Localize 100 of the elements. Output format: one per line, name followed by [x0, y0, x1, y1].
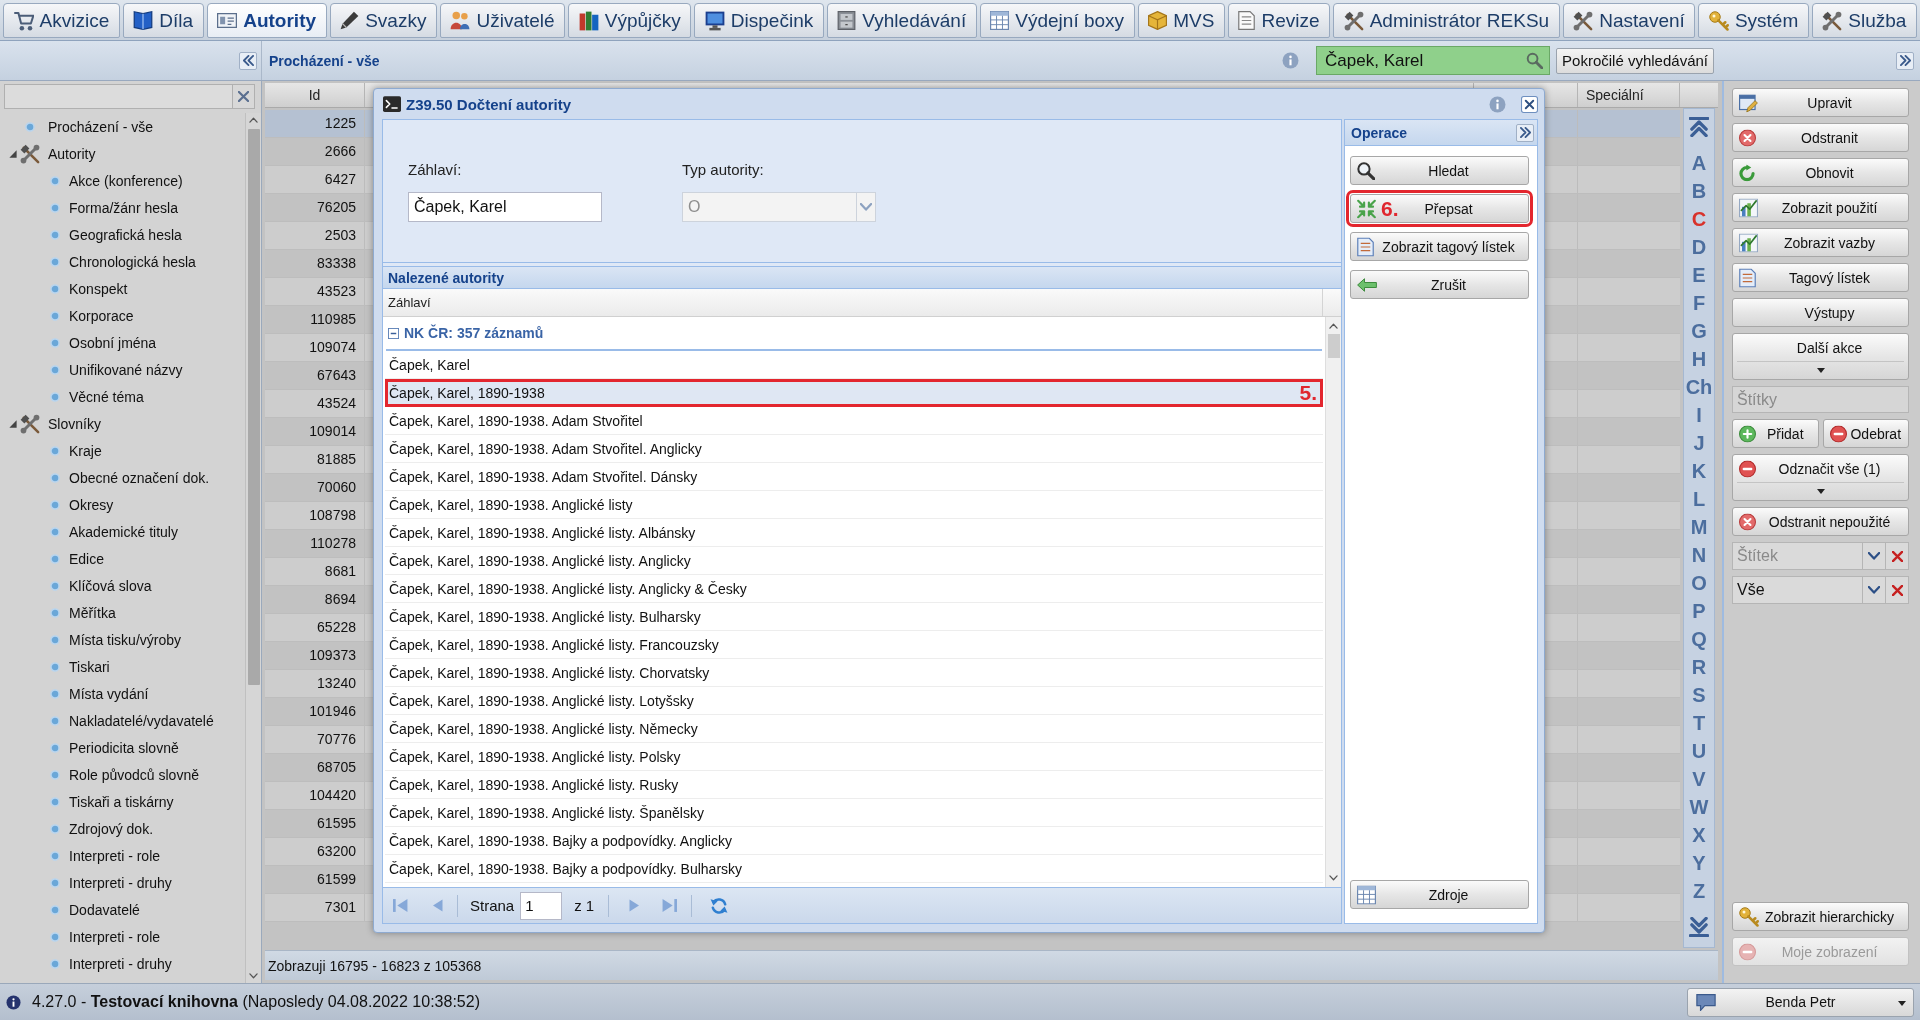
action-button[interactable]: Obnovit — [1732, 158, 1909, 187]
nav-tab[interactable]: Výpůjčky — [568, 3, 692, 38]
scroll-thumb[interactable] — [1327, 334, 1340, 358]
operation-button[interactable]: Zobrazit tagový lístek — [1350, 232, 1529, 261]
user-menu-button[interactable]: Benda Petr — [1687, 987, 1914, 1017]
tree-item[interactable]: Zdrojový dok. — [0, 815, 245, 842]
nav-tab[interactable]: Nastavení — [1562, 3, 1696, 38]
result-row[interactable]: Čapek, Karel, 1890-1938. Anglické listy. Polsky — [385, 743, 1323, 771]
scrollbar[interactable] — [1325, 317, 1341, 887]
result-row[interactable]: Čapek, Karel, 1890-1938. Anglické listy. Albánsky — [385, 519, 1323, 547]
tree-item[interactable]: Osobní jména — [0, 329, 245, 356]
tree-item[interactable]: Role původců slovně — [0, 761, 245, 788]
filter-field[interactable] — [4, 84, 233, 109]
tree-item[interactable]: Interpreti - role — [0, 923, 245, 950]
nav-tab[interactable]: Služba — [1811, 3, 1917, 38]
search-field[interactable]: Čapek, Karel — [1316, 46, 1551, 75]
previous-page-button[interactable] — [433, 899, 443, 912]
tree-item[interactable]: Edice — [0, 545, 245, 572]
nav-tab[interactable]: Svazky — [329, 3, 437, 38]
tree-item[interactable]: Nakladatelé/vydavatelé — [0, 707, 245, 734]
dropdown-button[interactable] — [1863, 576, 1886, 604]
result-row[interactable]: Čapek, Karel, 1890-1938. Anglické listy. Francouzsky — [385, 631, 1323, 659]
tag-button[interactable]: Přidat — [1732, 419, 1819, 448]
tree-item[interactable]: Věcné téma — [0, 383, 245, 410]
tree-item[interactable]: Periodicita slovně — [0, 734, 245, 761]
result-row[interactable]: Čapek, Karel, 1890-1938. Anglické listy. Chorvatsky — [385, 659, 1323, 687]
group-row[interactable]: NK ČR: 357 záznamů — [386, 317, 1322, 351]
clear-button[interactable] — [1886, 576, 1909, 604]
tree-item[interactable]: Interpreti - druhy — [0, 950, 245, 977]
tag-button[interactable]: Odebrat — [1822, 419, 1909, 448]
action-button[interactable]: Výstupy — [1732, 298, 1909, 327]
tree-item[interactable]: Korporace — [0, 302, 245, 329]
tree-item[interactable]: Místa vydání — [0, 680, 245, 707]
action-button[interactable]: Zobrazit hierarchicky — [1732, 902, 1909, 931]
nav-tab[interactable]: Administrátor REKSu — [1333, 3, 1560, 38]
tree-item[interactable]: Obecné označení dok. — [0, 464, 245, 491]
action-button[interactable]: Zobrazit použití — [1732, 193, 1909, 222]
tree-item[interactable]: Akademické tituly — [0, 518, 245, 545]
clear-filter-button[interactable] — [233, 84, 255, 109]
nav-tab[interactable]: Akvizice — [3, 3, 120, 38]
result-row[interactable]: Čapek, Karel, 1890-1938. Adam Stvořitel — [385, 407, 1323, 435]
scroll-thumb[interactable] — [247, 129, 260, 685]
tag-filter-field[interactable]: Vše — [1732, 576, 1863, 604]
scrollbar[interactable] — [245, 113, 261, 983]
page-input[interactable]: 1 — [520, 891, 563, 920]
menu-button[interactable]: Další akce — [1732, 333, 1909, 380]
action-button[interactable]: Odstranit nepoužité — [1732, 507, 1909, 536]
tree-item[interactable]: Okresy — [0, 491, 245, 518]
tree-item[interactable]: Geografická hesla — [0, 221, 245, 248]
nav-tab[interactable]: Vyhledávání — [826, 3, 977, 38]
tree-item[interactable]: Dodavatelé — [0, 896, 245, 923]
tree-item[interactable]: Interpreti - role — [0, 842, 245, 869]
tree-item[interactable]: Akce (konference) — [0, 167, 245, 194]
tree-item[interactable]: Chronologická hesla — [0, 248, 245, 275]
action-button[interactable]: Odstranit — [1732, 123, 1909, 152]
clear-button[interactable] — [1886, 542, 1909, 570]
tree-item[interactable]: Forma/žánr hesla — [0, 194, 245, 221]
tree-item[interactable]: Místa tisku/výroby — [0, 626, 245, 653]
result-row[interactable]: Čapek, Karel, 1890-1938. Anglické listy. Anglicky & Česky — [385, 575, 1323, 603]
tree-item[interactable]: Tiskari — [0, 653, 245, 680]
collapse-button[interactable] — [1516, 123, 1534, 142]
result-row[interactable]: Čapek, Karel, 1890-1938. Adam Stvořitel. Anglicky — [385, 435, 1323, 463]
tree-item[interactable]: Interpreti - druhy — [0, 869, 245, 896]
tree-item[interactable]: Autority — [0, 140, 245, 167]
last-page-button[interactable] — [662, 899, 678, 912]
nav-tab[interactable]: Uživatelé — [439, 3, 566, 38]
tree-item[interactable]: Tiskaři a tiskárny — [0, 788, 245, 815]
advanced-search-button[interactable]: Pokročilé vyhledávání — [1556, 47, 1714, 74]
tree-item[interactable]: Unifikované názvy — [0, 356, 245, 383]
result-row[interactable]: Čapek, Karel, 1890-1938. Anglické listy — [385, 491, 1323, 519]
result-row[interactable]: Čapek, Karel, 1890-1938. Bajky a podpovídky. Bulharsky — [385, 855, 1323, 883]
nav-tab[interactable]: Revize — [1227, 3, 1331, 38]
close-button[interactable] — [1521, 95, 1538, 113]
heading-input[interactable]: Čapek, Karel — [408, 192, 602, 222]
tree-item[interactable]: Slovníky — [0, 410, 245, 437]
action-button[interactable]: Upravit — [1732, 88, 1909, 117]
dropdown-button[interactable] — [1863, 542, 1886, 570]
result-row[interactable]: Čapek, Karel, 1890-1938. Anglické listy. Německy — [385, 715, 1323, 743]
column-header[interactable]: Speciální — [1578, 83, 1680, 107]
result-row[interactable]: Čapek, Karel, 1890-1938. Anglické listy. Anglicky — [385, 547, 1323, 575]
tree-item[interactable]: Měřítka — [0, 599, 245, 626]
nav-tab[interactable]: Autority — [206, 3, 327, 38]
menu-button[interactable]: Odznačit vše (1) — [1732, 454, 1909, 501]
nav-tab[interactable]: Výdejní boxy — [979, 3, 1135, 38]
nav-tab[interactable]: MVS — [1137, 3, 1225, 38]
collapse-button[interactable] — [239, 51, 257, 70]
nav-tab[interactable]: Systém — [1698, 3, 1809, 38]
nav-tab[interactable]: Díla — [122, 3, 204, 38]
result-row[interactable]: Čapek, Karel, 1890-1938 5. — [385, 379, 1323, 407]
operation-button[interactable]: Zrušit — [1350, 270, 1529, 299]
action-button[interactable]: Tagový lístek — [1732, 263, 1909, 292]
result-row[interactable]: Čapek, Karel, 1890-1938. Anglické listy. Lotyšsky — [385, 687, 1323, 715]
reload-button[interactable] — [710, 897, 729, 914]
column-header[interactable]: Id — [265, 83, 365, 107]
result-row[interactable]: Čapek, Karel, 1890-1938. Anglické listy. Rusky — [385, 771, 1323, 799]
sources-button[interactable]: Zdroje — [1350, 880, 1529, 909]
result-row[interactable]: Čapek, Karel, 1890-1938. Anglické listy. Španělsky — [385, 799, 1323, 827]
nav-tab[interactable]: Dispečink — [694, 3, 824, 38]
result-row[interactable]: Čapek, Karel, 1890-1938. Adam Stvořitel. Dánsky — [385, 463, 1323, 491]
operation-button[interactable]: Hledat — [1350, 156, 1529, 185]
